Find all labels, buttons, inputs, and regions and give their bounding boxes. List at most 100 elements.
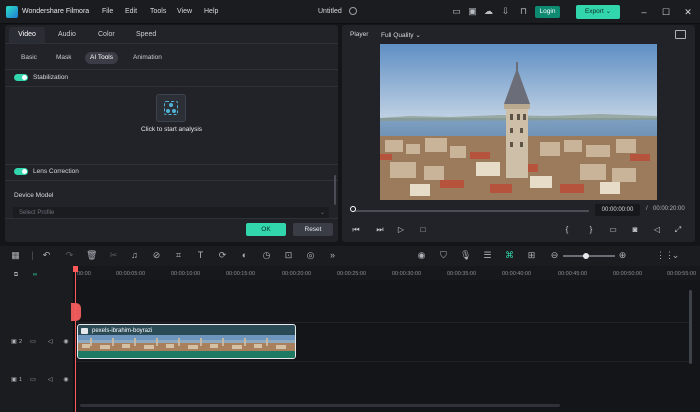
export-button[interactable]: Export ⌄ xyxy=(576,5,620,19)
device-model-label: Device Model xyxy=(14,192,54,199)
camera-snapshot-icon[interactable]: ◙ xyxy=(630,225,640,235)
shield-icon[interactable]: ⛉ xyxy=(438,250,449,261)
undo-icon[interactable]: ↶ xyxy=(41,250,52,261)
volume-icon[interactable]: ◁ xyxy=(652,225,662,235)
ruler-label: 00:00:45:00 xyxy=(558,271,588,277)
screen-icon[interactable]: ▣ xyxy=(467,6,478,17)
minimize-icon[interactable]: – xyxy=(639,7,649,17)
quality-select[interactable]: Full Quality ⌄ xyxy=(381,31,421,39)
subtab-mask[interactable]: Mask xyxy=(51,52,77,64)
menu-edit[interactable]: Edit xyxy=(125,8,137,15)
timeline-ruler[interactable] xyxy=(75,266,700,280)
snap-icon[interactable]: ⌘ xyxy=(504,250,515,261)
subtab-animation[interactable]: Animation xyxy=(128,52,167,64)
crop-icon[interactable]: ⌗ xyxy=(173,250,184,261)
menu-help[interactable]: Help xyxy=(204,8,218,15)
layers-icon[interactable]: ☰ xyxy=(482,250,493,261)
save-icon[interactable]: ▭ xyxy=(451,6,462,17)
zoom-slider-handle[interactable] xyxy=(583,253,589,259)
chevron-down-icon[interactable]: ⌄ xyxy=(670,250,681,261)
filmora-logo-icon xyxy=(6,6,18,18)
login-button[interactable]: Login xyxy=(535,6,560,18)
tab-video[interactable]: Video xyxy=(9,27,45,43)
more-tools-icon[interactable]: » xyxy=(327,250,338,261)
video-clip[interactable]: pexels-ibrahim-boyrazi xyxy=(77,324,296,359)
app-name: Wondershare Filmora xyxy=(22,8,90,15)
chevron-down-icon: ⌄ xyxy=(605,8,612,15)
speed-icon[interactable]: ◷ xyxy=(261,250,272,261)
panel-scrollbar[interactable] xyxy=(334,175,336,205)
folder-icon[interactable]: ▭ xyxy=(29,338,37,346)
playback-scrubber[interactable] xyxy=(350,206,356,212)
folder-icon[interactable]: ▭ xyxy=(29,376,37,384)
mark-out-icon[interactable]: } xyxy=(586,225,596,235)
stabilization-toggle[interactable] xyxy=(14,74,28,81)
video-track-icon: ▣ xyxy=(11,339,17,345)
zoom-out-icon[interactable]: ⊖ xyxy=(549,250,560,261)
fit-icon[interactable]: ⊡ xyxy=(283,250,294,261)
eye-icon[interactable]: ◉ xyxy=(62,376,70,384)
menu-file[interactable]: File xyxy=(102,8,113,15)
layout-grid-icon[interactable]: ▦ xyxy=(10,250,21,261)
analysis-hint: Click to start analysis xyxy=(141,126,203,133)
speaker-icon[interactable]: ◁ xyxy=(46,376,54,384)
ruler-label: 00:00:50:00 xyxy=(613,271,643,277)
scissors-icon[interactable]: ✂ xyxy=(108,250,119,261)
start-analysis-button[interactable] xyxy=(156,94,186,122)
analysis-dot xyxy=(172,109,176,113)
display-icon[interactable]: ▭ xyxy=(608,225,618,235)
motion-icon[interactable]: ◎ xyxy=(305,250,316,261)
microphone-icon[interactable]: 🎙 xyxy=(460,250,471,261)
add-track-icon[interactable]: ⧉ xyxy=(12,271,20,279)
playhead-line[interactable] xyxy=(75,268,76,412)
tab-color[interactable]: Color xyxy=(98,31,115,38)
more-icon[interactable]: ⋮⋮ xyxy=(656,250,674,261)
cloud-icon[interactable]: ☁ xyxy=(483,6,494,17)
snapshot-view-icon[interactable] xyxy=(675,30,686,39)
section-divider xyxy=(5,86,338,87)
step-forward-icon[interactable]: ⏭ xyxy=(375,225,385,235)
render-icon[interactable]: ◉ xyxy=(416,250,427,261)
cart-icon[interactable]: ⊓ xyxy=(518,6,529,17)
zoom-in-icon[interactable]: ⊕ xyxy=(617,250,628,261)
tab-speed[interactable]: Speed xyxy=(136,31,156,38)
tab-audio[interactable]: Audio xyxy=(58,31,76,38)
select-profile-placeholder: Select Profile xyxy=(19,210,55,216)
timeline-horizontal-scrollbar[interactable] xyxy=(80,404,560,407)
lens-correction-toggle[interactable] xyxy=(14,168,28,175)
timeline-vertical-scrollbar[interactable] xyxy=(689,290,692,364)
menu-view[interactable]: View xyxy=(177,8,192,15)
reset-button[interactable]: Reset xyxy=(293,223,333,236)
subtab-ai-tools[interactable]: AI Tools xyxy=(85,52,119,64)
previous-frame-icon[interactable]: ⏮ xyxy=(351,225,361,235)
playback-progress-bar[interactable] xyxy=(353,210,589,212)
close-icon[interactable]: ✕ xyxy=(683,7,693,17)
disable-icon[interactable]: ⊘ xyxy=(151,250,162,261)
audio-detach-icon[interactable]: ♫ xyxy=(129,250,140,261)
text-icon[interactable]: T xyxy=(195,250,206,261)
maximize-icon[interactable]: ☐ xyxy=(661,7,671,17)
stop-icon[interactable]: □ xyxy=(418,225,428,235)
clip-type-icon xyxy=(81,328,88,334)
ok-button[interactable]: OK xyxy=(246,223,286,236)
download-icon[interactable]: ⇩ xyxy=(500,6,511,17)
playhead-handle[interactable] xyxy=(73,266,78,272)
link-icon[interactable]: ∞ xyxy=(31,271,39,279)
redo-icon[interactable]: ↷ xyxy=(64,250,75,261)
delete-icon[interactable]: 🗑 xyxy=(86,250,97,261)
color-icon[interactable]: ◐ xyxy=(239,250,250,261)
project-info-icon[interactable] xyxy=(349,7,357,15)
subtab-basic[interactable]: Basic xyxy=(16,52,42,64)
split-view-icon[interactable]: ⊞ xyxy=(526,250,537,261)
play-icon[interactable]: ▷ xyxy=(396,225,406,235)
player-label: Player xyxy=(350,31,369,38)
zoom-slider[interactable] xyxy=(563,255,615,257)
export-label: Export xyxy=(584,8,604,15)
menu-tools[interactable]: Tools xyxy=(150,8,166,15)
mark-in-icon[interactable]: { xyxy=(562,225,572,235)
eye-icon[interactable]: ◉ xyxy=(62,338,70,346)
speaker-icon[interactable]: ◁ xyxy=(46,338,54,346)
playhead-marker[interactable] xyxy=(71,303,81,321)
fullscreen-icon[interactable]: ⤢ xyxy=(673,225,683,235)
rotate-icon[interactable]: ⟳ xyxy=(217,250,228,261)
